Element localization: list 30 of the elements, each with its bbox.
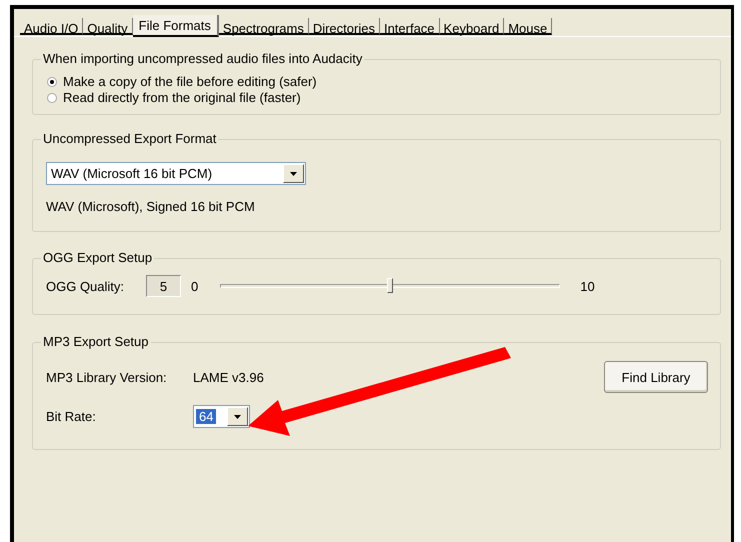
tab[interactable]: Interface (380, 18, 440, 35)
format-description: WAV (Microsoft), Signed 16 bit PCM (46, 199, 256, 214)
dropdown-arrow-icon (290, 172, 297, 176)
slider-max-label: 10 (580, 278, 595, 294)
tab[interactable]: Directories (308, 18, 380, 35)
field-label: Bit Rate: (46, 409, 97, 424)
radio-label: Make a copy of the file before editing (safer) (63, 74, 317, 90)
radio-label: Read directly from the original file (faster) (63, 90, 301, 106)
tab[interactable]: Audio I/O (20, 18, 84, 35)
tab[interactable]: Keyboard (440, 18, 504, 35)
quality-value-field[interactable]: 5 (146, 275, 181, 297)
field-label: OGG Quality: (46, 278, 126, 294)
tab[interactable]: Mouse (504, 18, 552, 35)
format-dropdown[interactable]: WAV (Microsoft 16 bit PCM) (46, 162, 306, 185)
tab[interactable]: Spectrograms (218, 18, 309, 35)
group-title: Uncompressed Export Format (41, 131, 218, 147)
slider-min-label: 0 (191, 278, 198, 294)
dropdown-arrow-icon (234, 414, 241, 418)
slider-thumb[interactable] (387, 278, 394, 293)
library-version: LAME v3.96 (193, 370, 265, 384)
bitrate-dropdown[interactable]: 64 (193, 405, 250, 428)
radio-button[interactable] (47, 77, 57, 87)
find-library-button[interactable]: Find Library (604, 361, 708, 393)
tab[interactable]: Quality (83, 18, 133, 35)
group-title: When importing uncompressed audio files into Audacity (41, 51, 364, 67)
field-label: MP3 Library Version: (46, 370, 168, 384)
radio-button[interactable] (47, 93, 57, 103)
group-title: OGG Export Setup (41, 250, 154, 266)
tab[interactable]: File Formats (132, 15, 219, 37)
group-title: MP3 Export Setup (41, 334, 150, 350)
